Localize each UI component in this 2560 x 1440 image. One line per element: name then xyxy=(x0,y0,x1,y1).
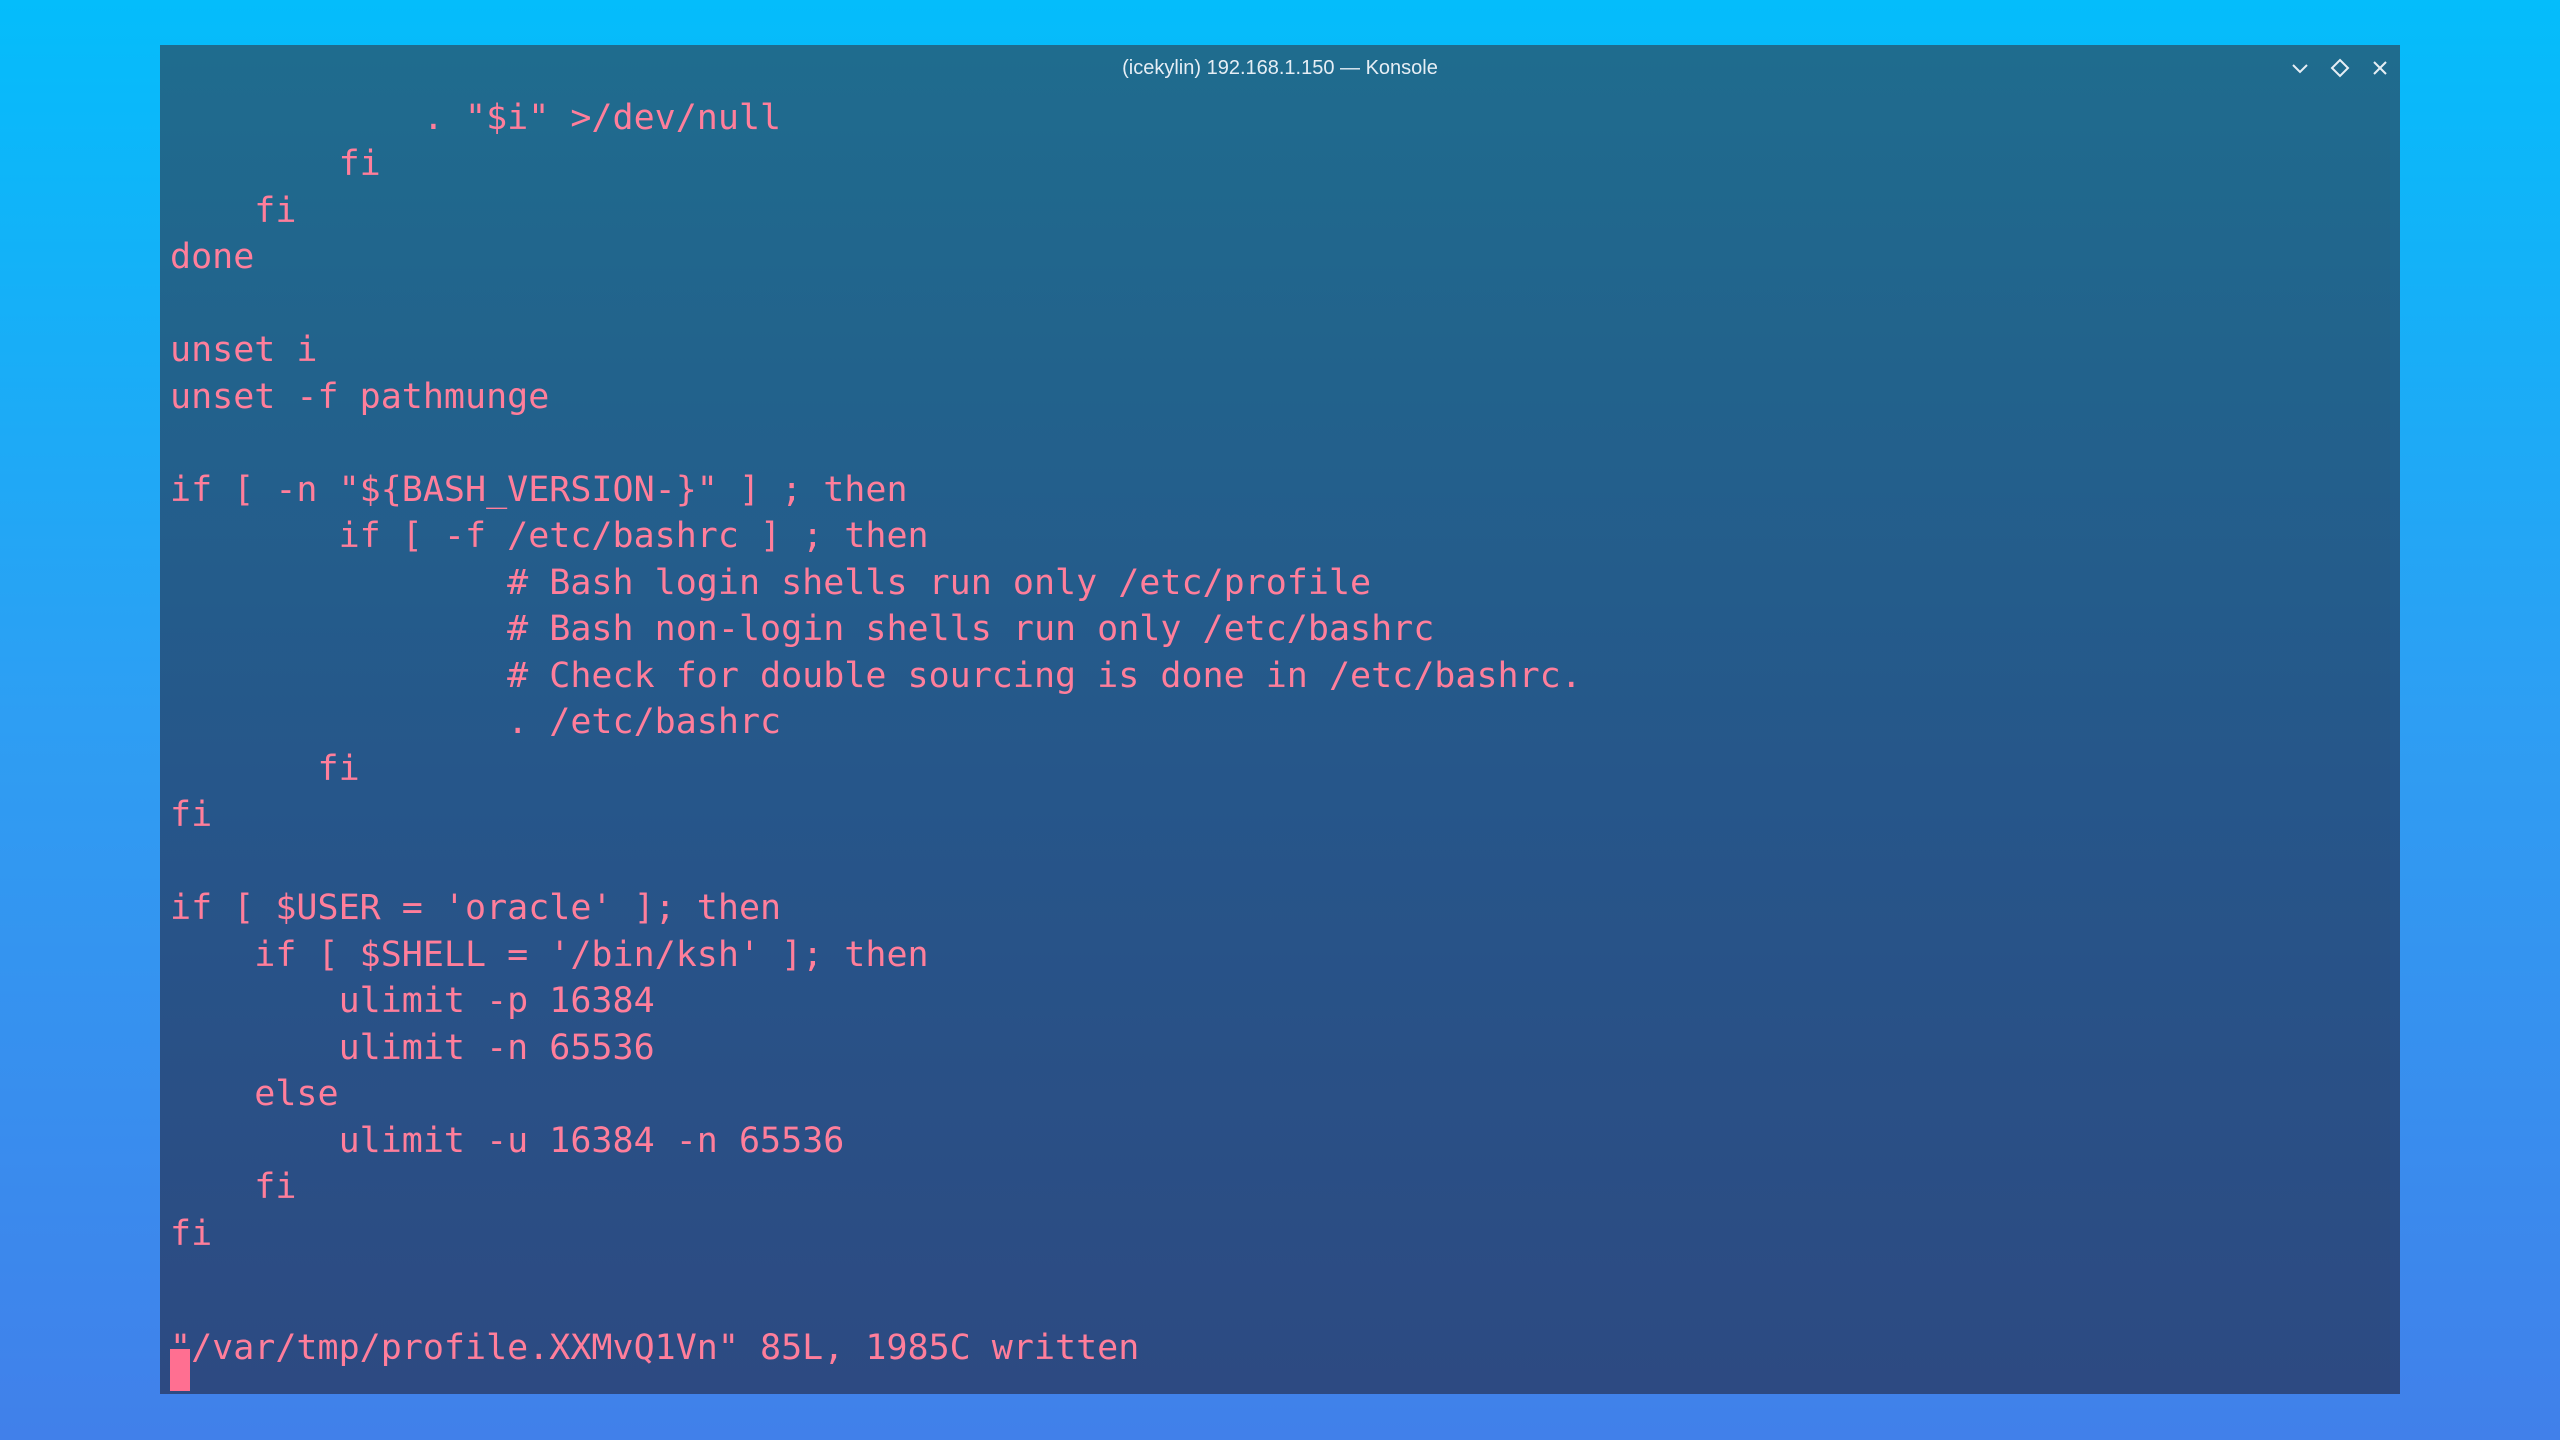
terminal-line: unset -f pathmunge xyxy=(170,377,550,417)
title-bar[interactable]: (icekylin) 192.168.1.150 — Konsole xyxy=(160,45,2400,91)
terminal-line: done xyxy=(170,237,255,277)
terminal-line: # Check for double sourcing is done in /… xyxy=(170,656,1582,696)
terminal-line: if [ $SHELL = '/bin/ksh' ]; then xyxy=(170,935,929,975)
minimize-button[interactable] xyxy=(2287,55,2313,81)
close-button[interactable] xyxy=(2367,55,2393,81)
terminal-line: fi xyxy=(170,191,297,231)
terminal-line: # Bash login shells run only /etc/profil… xyxy=(170,563,1372,603)
terminal-line: fi xyxy=(170,795,213,835)
terminal-line: fi xyxy=(170,1167,297,1207)
terminal-line: . /etc/bashrc xyxy=(170,702,782,742)
terminal-line: # Bash non-login shells run only /etc/ba… xyxy=(170,609,1435,649)
terminal-line: if [ -f /etc/bashrc ] ; then xyxy=(170,516,929,556)
vim-status-line: "/var/tmp/profile.XXMvQ1Vn" 85L, 1985C w… xyxy=(170,1328,1140,1368)
window-title: (icekylin) 192.168.1.150 — Konsole xyxy=(1122,57,1438,79)
terminal-line: else xyxy=(170,1074,339,1114)
terminal-line: ulimit -n 65536 xyxy=(170,1028,655,1068)
diamond-icon xyxy=(2330,58,2350,78)
close-icon xyxy=(2373,61,2387,75)
terminal-line: ulimit -p 16384 xyxy=(170,981,655,1021)
terminal-area[interactable]: . "$i" >/dev/null fi fi done unset i uns… xyxy=(160,95,2400,1394)
terminal-line: if [ -n "${BASH_VERSION-}" ] ; then xyxy=(170,470,908,510)
terminal-line: unset i xyxy=(170,330,318,370)
terminal-line: fi xyxy=(170,1214,213,1254)
terminal-line: if [ $USER = 'oracle' ]; then xyxy=(170,888,782,928)
terminal-line: . "$i" >/dev/null xyxy=(170,98,782,138)
konsole-window: (icekylin) 192.168.1.150 — Konsole . "$i… xyxy=(160,45,2400,1394)
terminal-line: fi xyxy=(170,144,381,184)
maximize-button[interactable] xyxy=(2327,55,2353,81)
chevron-down-icon xyxy=(2292,64,2308,74)
terminal-line: ulimit -u 16384 -n 65536 xyxy=(170,1121,845,1161)
terminal-line: fi xyxy=(170,749,360,789)
